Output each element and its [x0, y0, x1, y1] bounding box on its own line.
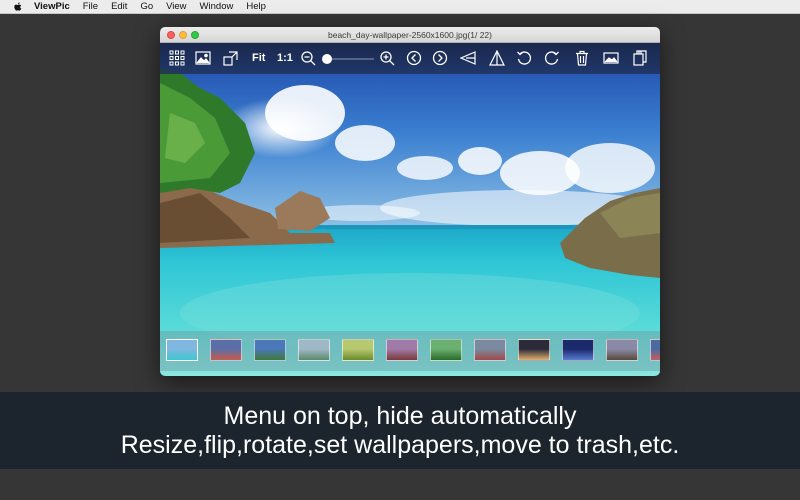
rotate-right-icon[interactable]: [544, 50, 560, 66]
menu-app-name[interactable]: ViewPic: [34, 0, 70, 14]
thumbnail-2[interactable]: [210, 339, 242, 361]
thumbnail-8[interactable]: [474, 339, 506, 361]
menu-go[interactable]: Go: [140, 0, 153, 14]
menu-bar: ViewPic File Edit Go View Window Help: [0, 0, 800, 14]
zoom-in-icon[interactable]: [379, 50, 395, 66]
info-icon[interactable]: [632, 50, 648, 66]
caption-line-1: Menu on top, hide automatically: [223, 402, 577, 430]
trash-icon[interactable]: [574, 50, 590, 66]
window-title: beach_day-wallpaper-2560x1600.jpg(1/ 22): [328, 30, 492, 40]
caption-banner: Menu on top, hide automatically Resize,f…: [0, 392, 800, 469]
toolbar: Fit 1:1: [160, 43, 660, 74]
actual-size-button[interactable]: 1:1: [277, 51, 293, 65]
zoom-slider-knob[interactable]: [322, 54, 332, 64]
single-image-icon[interactable]: [195, 50, 211, 66]
menu-view[interactable]: View: [166, 0, 186, 14]
menu-window[interactable]: Window: [200, 0, 234, 14]
menu-file[interactable]: File: [83, 0, 98, 14]
menu-edit[interactable]: Edit: [111, 0, 127, 14]
thumbnail-12[interactable]: [650, 339, 660, 361]
thumbnail-3[interactable]: [254, 339, 286, 361]
viewer-window: beach_day-wallpaper-2560x1600.jpg(1/ 22): [160, 27, 660, 376]
thumbnail-11[interactable]: [606, 339, 638, 361]
thumbnail-strip[interactable]: [160, 331, 660, 371]
flip-horizontal-icon[interactable]: [460, 50, 476, 66]
thumbnail-9[interactable]: [518, 339, 550, 361]
previous-icon[interactable]: [406, 50, 422, 66]
main-image: [160, 43, 660, 376]
zoom-out-icon[interactable]: [300, 50, 316, 66]
flip-vertical-icon[interactable]: [489, 50, 505, 66]
next-icon[interactable]: [432, 50, 448, 66]
fit-button[interactable]: Fit: [252, 51, 265, 65]
thumbnail-10[interactable]: [562, 339, 594, 361]
set-wallpaper-icon[interactable]: [603, 50, 619, 66]
thumbnail-6[interactable]: [386, 339, 418, 361]
thumbnail-1[interactable]: [166, 339, 198, 361]
thumbnail-4[interactable]: [298, 339, 330, 361]
title-bar[interactable]: beach_day-wallpaper-2560x1600.jpg(1/ 22): [160, 27, 660, 43]
apple-icon[interactable]: [12, 1, 24, 13]
grid-view-icon[interactable]: [169, 50, 185, 66]
caption-line-2: Resize,flip,rotate,set wallpapers,move t…: [120, 431, 680, 459]
thumbnail-7[interactable]: [430, 339, 462, 361]
resize-icon[interactable]: [223, 50, 239, 66]
rotate-left-icon[interactable]: [516, 50, 532, 66]
menu-help[interactable]: Help: [246, 0, 266, 14]
thumbnail-5[interactable]: [342, 339, 374, 361]
